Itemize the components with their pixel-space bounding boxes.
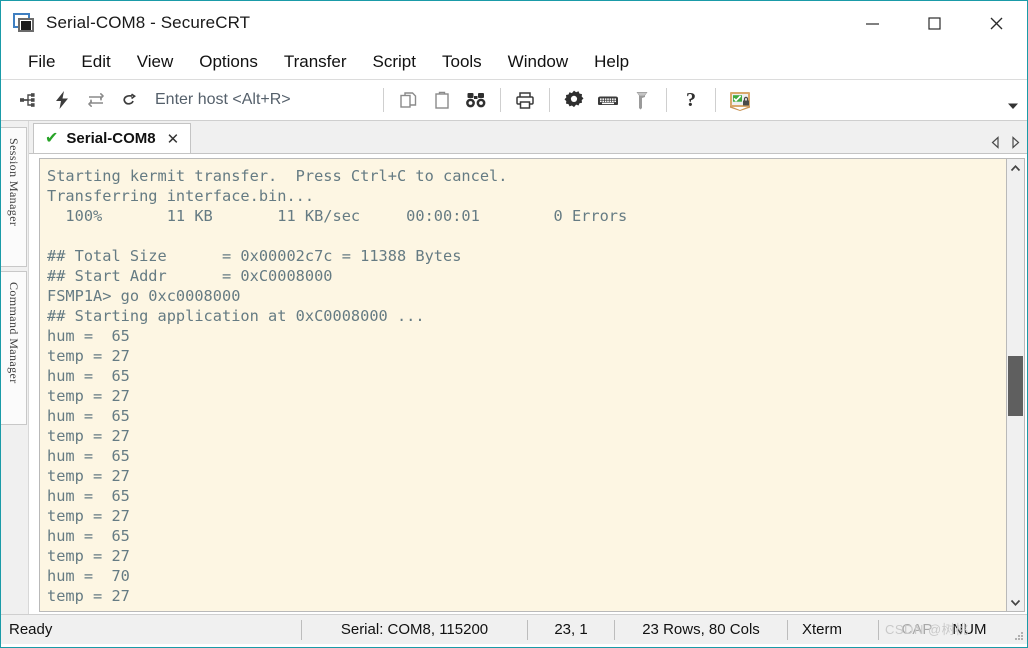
toolbar-overflow-chevron-down-icon[interactable] <box>1007 98 1019 116</box>
sidebar-item-command-manager[interactable]: Command Manager <box>1 271 27 425</box>
terminal-vertical-scrollbar[interactable] <box>1006 158 1025 612</box>
menu-item-script[interactable]: Script <box>360 50 429 74</box>
connect-icon[interactable] <box>11 85 45 115</box>
menu-bar: File Edit View Options Transfer Script T… <box>1 45 1027 79</box>
window-controls <box>841 1 1027 45</box>
resize-grip[interactable] <box>1014 631 1024 641</box>
menu-item-window[interactable]: Window <box>495 50 581 74</box>
terminal-pane[interactable]: Starting kermit transfer. Press Ctrl+C t… <box>39 158 1006 612</box>
caps-lock-indicator: CAP <box>901 621 933 638</box>
menu-item-options[interactable]: Options <box>186 50 271 74</box>
svg-text:?: ? <box>686 89 696 111</box>
sidebar-item-session-manager-label: Session Manager <box>7 138 21 227</box>
maximize-button[interactable] <box>903 1 965 45</box>
menu-item-help[interactable]: Help <box>581 50 642 74</box>
toolbar-separator-4 <box>666 88 667 112</box>
scrollbar-thumb[interactable] <box>1008 356 1023 416</box>
menu-item-file[interactable]: File <box>15 50 68 74</box>
tab-strip: ✔ Serial-COM8 ✕ <box>29 121 1027 153</box>
next-tab-icon[interactable] <box>1010 136 1021 149</box>
menu-item-transfer[interactable]: Transfer <box>271 50 360 74</box>
window-title: Serial-COM8 - SecureCRT <box>46 13 251 32</box>
keyboard-icon[interactable] <box>591 85 625 115</box>
session-security-icon[interactable] <box>723 85 757 115</box>
workspace: Session Manager Command Manager ✔ Serial… <box>1 121 1027 614</box>
title-bar: Serial-COM8 - SecureCRT <box>1 1 1027 45</box>
find-icon[interactable] <box>459 85 493 115</box>
menu-item-edit[interactable]: Edit <box>68 50 123 74</box>
reconnect-icon[interactable] <box>79 85 113 115</box>
key-icon[interactable] <box>625 85 659 115</box>
help-icon[interactable]: ? <box>674 85 708 115</box>
toolbar-separator-1 <box>383 88 384 112</box>
toolbar: Enter host <Alt+R> ? <box>1 79 1027 121</box>
terminal-output: Starting kermit transfer. Press Ctrl+C t… <box>47 167 628 606</box>
toolbar-separator-2 <box>500 88 501 112</box>
tab-serial-com8-label: Serial-COM8 <box>66 130 156 147</box>
cursor-position: 23, 1 <box>554 621 588 638</box>
disconnect-icon[interactable] <box>113 85 147 115</box>
previous-tab-icon[interactable] <box>990 136 1001 149</box>
minimize-button[interactable] <box>841 1 903 45</box>
close-button[interactable] <box>965 1 1027 45</box>
tab-serial-com8[interactable]: ✔ Serial-COM8 ✕ <box>33 123 192 153</box>
green-check-icon: ✔ <box>45 129 59 147</box>
sidebar-item-session-manager[interactable]: Session Manager <box>1 127 27 267</box>
num-lock-indicator: NUM <box>952 621 987 638</box>
print-icon[interactable] <box>508 85 542 115</box>
menu-item-tools[interactable]: Tools <box>429 50 495 74</box>
emulation-type: Xterm <box>802 621 843 638</box>
copy-icon[interactable] <box>391 85 425 115</box>
connection-status: Serial: COM8, 115200 <box>340 621 489 638</box>
terminal-container: Starting kermit transfer. Press Ctrl+C t… <box>29 153 1027 614</box>
tab-nav-controls <box>990 136 1021 149</box>
scroll-down-arrow-icon[interactable] <box>1007 593 1024 611</box>
terminal-column: ✔ Serial-COM8 ✕ Starting kermit transfer… <box>29 121 1027 614</box>
close-icon[interactable]: ✕ <box>164 130 183 148</box>
securecrt-app-icon <box>13 13 35 33</box>
toolbar-separator-3 <box>549 88 550 112</box>
sidebar-item-command-manager-label: Command Manager <box>7 282 21 384</box>
terminal-dimensions: 23 Rows, 80 Cols <box>642 621 760 638</box>
quick-connect-icon[interactable] <box>45 85 79 115</box>
keyboard-indicators: CAP NUM CSDN @树桃 <box>879 615 1009 645</box>
status-bar: Ready Serial: COM8, 115200 23, 1 23 Rows… <box>1 614 1027 644</box>
status-text: Ready <box>9 621 53 638</box>
settings-gear-icon[interactable] <box>557 85 591 115</box>
paste-icon[interactable] <box>425 85 459 115</box>
menu-item-view[interactable]: View <box>124 50 187 74</box>
host-input[interactable]: Enter host <Alt+R> <box>155 91 370 109</box>
sidebar-vertical-tabs: Session Manager Command Manager <box>1 121 29 614</box>
securecrt-window: Serial-COM8 - SecureCRT File Edit View O… <box>0 0 1028 648</box>
toolbar-separator-5 <box>715 88 716 112</box>
scroll-up-arrow-icon[interactable] <box>1007 159 1024 177</box>
